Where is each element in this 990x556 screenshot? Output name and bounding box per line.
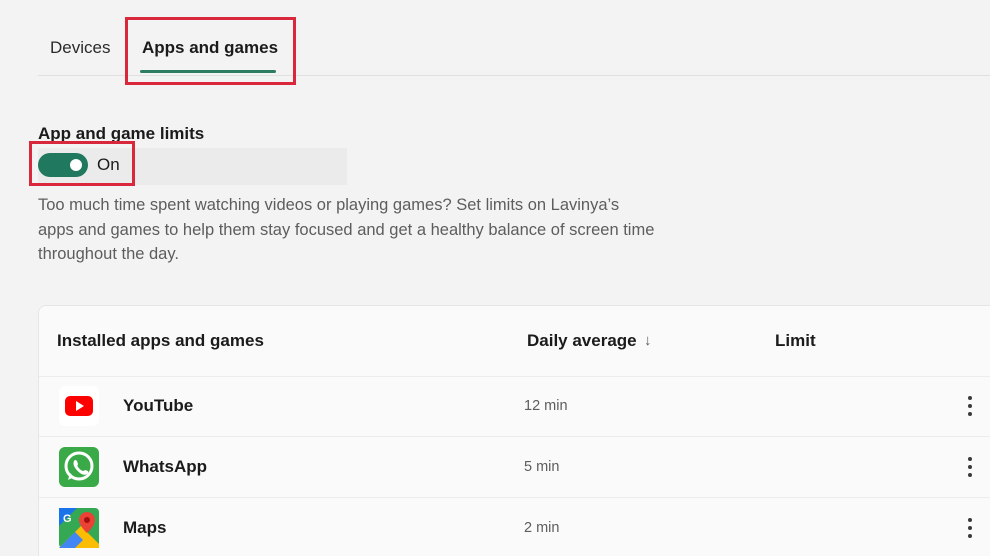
column-header-limit: Limit	[775, 331, 816, 350]
whatsapp-icon	[59, 447, 99, 487]
sort-descending-icon[interactable]: ↓	[644, 332, 652, 349]
toggle-knob	[70, 159, 82, 171]
tab-apps-and-games[interactable]: Apps and games	[142, 38, 278, 58]
app-name: YouTube	[123, 396, 194, 415]
youtube-icon	[59, 386, 99, 426]
active-tab-indicator	[140, 70, 276, 73]
table-row[interactable]: WhatsApp 5 min	[39, 437, 990, 498]
table-row[interactable]: G Maps 2 min	[39, 498, 990, 556]
app-limits-toggle[interactable]	[38, 153, 88, 177]
column-header-apps: Installed apps and games	[57, 331, 264, 350]
maps-icon: G	[59, 508, 99, 548]
app-limits-toggle-row: On	[38, 148, 347, 185]
daily-average-value: 5 min	[524, 459, 560, 475]
app-limits-description: Too much time spent watching videos or p…	[38, 196, 655, 263]
family-safety-apps-page: Devices Apps and games App and game limi…	[0, 0, 990, 556]
table-row[interactable]: YouTube 12 min	[39, 376, 990, 437]
table-header: Installed apps and games Daily average ↓…	[39, 306, 990, 377]
toggle-state-label: On	[97, 155, 120, 174]
daily-average-value: 12 min	[524, 398, 568, 414]
more-options-icon[interactable]	[963, 453, 977, 481]
app-name: WhatsApp	[123, 457, 208, 476]
column-header-daily-average[interactable]: Daily average	[527, 331, 637, 351]
tab-devices[interactable]: Devices	[50, 38, 110, 58]
more-options-icon[interactable]	[963, 392, 977, 420]
more-options-icon[interactable]	[963, 514, 977, 542]
installed-apps-card: Installed apps and games Daily average ↓…	[38, 305, 990, 556]
svg-text:G: G	[63, 513, 72, 525]
daily-average-value: 2 min	[524, 520, 560, 536]
tab-bar: Devices Apps and games	[38, 0, 990, 76]
app-name: Maps	[123, 518, 167, 537]
app-limits-title: App and game limits	[38, 124, 205, 143]
